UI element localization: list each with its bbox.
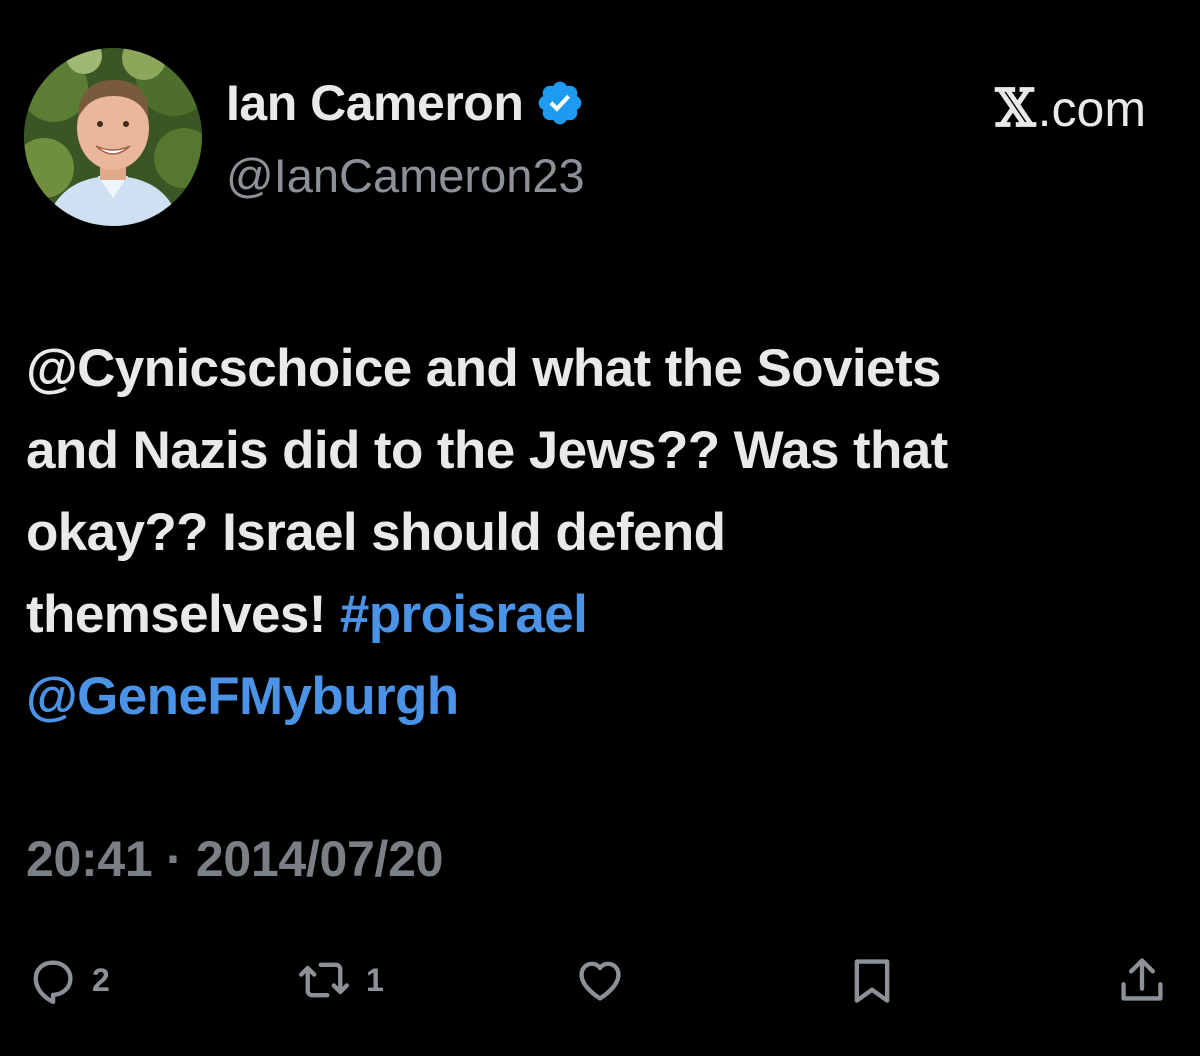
tweet-text: @Cynicschoice and what the Soviets and N… <box>26 328 1176 738</box>
like-button[interactable] <box>574 954 626 1006</box>
profile-photo <box>24 48 202 226</box>
brand-label: 𝕏 .com <box>995 78 1146 139</box>
reply-count: 2 <box>92 961 110 998</box>
tweet-line: okay?? Israel should defend <box>26 503 726 562</box>
verified-badge-icon[interactable] <box>535 78 585 128</box>
share-button[interactable] <box>1116 954 1168 1006</box>
heart-icon <box>579 961 621 1001</box>
reply-icon <box>33 960 73 1005</box>
x-logo-icon: 𝕏 <box>995 78 1036 139</box>
tweet-line: themselves! #proisrael <box>26 574 1176 656</box>
retweet-count: 1 <box>366 961 384 998</box>
tweet-timestamp[interactable]: 20:41 · 2014/07/20 <box>26 830 443 888</box>
share-icon <box>1121 958 1163 1001</box>
avatar[interactable] <box>24 48 202 226</box>
action-bar: 2 1 <box>0 940 1200 1020</box>
brand-domain: .com <box>1037 80 1146 137</box>
mention-link[interactable]: @GeneFMyburgh <box>26 667 459 726</box>
retweet-icon <box>299 962 349 998</box>
tweet-line-text: themselves! <box>26 585 340 644</box>
display-name-text[interactable]: Ian Cameron <box>226 74 524 132</box>
tweet-line: and Nazis did to the Jews?? Was that <box>26 421 948 480</box>
bookmark-icon <box>854 959 890 1003</box>
bookmark-button[interactable] <box>846 954 898 1006</box>
reply-button[interactable]: 2 <box>26 954 110 1006</box>
retweet-button[interactable]: 1 <box>296 954 384 1006</box>
hashtag-link[interactable]: #proisrael <box>340 585 588 644</box>
tweet-line: @Cynicschoice and what the Soviets <box>26 339 941 398</box>
user-handle[interactable]: @IanCameron23 <box>226 148 585 203</box>
display-name[interactable]: Ian Cameron <box>226 74 585 132</box>
